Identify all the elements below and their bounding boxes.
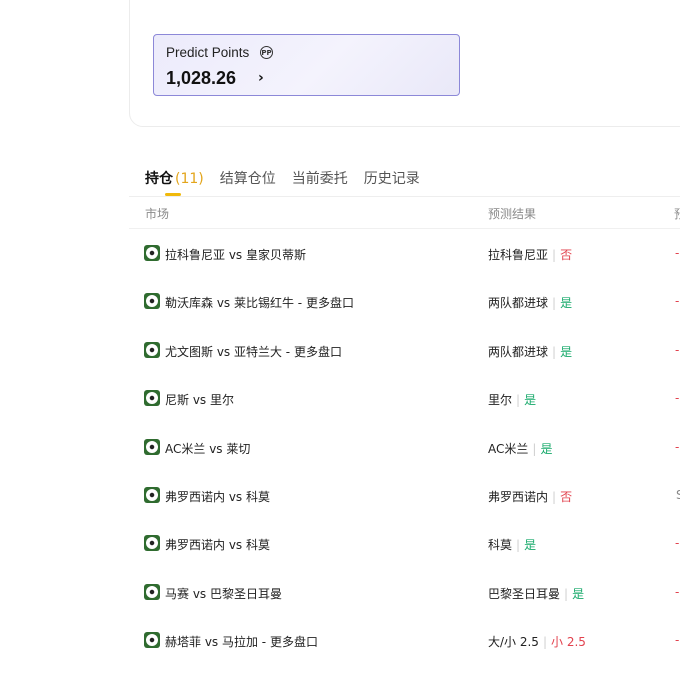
table-row[interactable]: 尤文图斯 vs 亚特兰大 - 更多盘口 两队都进球 | 是 - [0,341,680,390]
chevron-right-icon[interactable]: › [258,70,264,86]
table-row[interactable]: 弗罗西诺内 vs 科莫 科莫 | 是 - [0,535,680,583]
prediction-result: 弗罗西诺内 | 否 [488,488,572,505]
market-name[interactable]: AC米兰 vs 莱切 [165,440,250,457]
table-row[interactable]: 尼斯 vs 里尔 里尔 | 是 - [0,390,680,438]
soccer-ball-icon [144,583,160,600]
prediction-result: 里尔 | 是 [488,391,536,408]
prediction-pick: 里尔 [488,393,513,408]
table-row[interactable]: 弗罗西诺内 vs 科莫 弗罗西诺内 | 否 S [0,487,680,535]
soccer-ball-icon [144,341,160,358]
prediction-pick: 两队都进球 [488,344,549,359]
prediction-outcome: 小 2.5 [551,635,586,650]
prediction-result: 拉科鲁尼亚 | 否 [488,246,572,263]
prediction-pick: 大/小 2.5 [488,635,539,650]
prediction-outcome: 是 [540,441,553,456]
prediction-pick: 巴黎圣日耳曼 [488,586,561,601]
truncated-cell: S [676,488,680,502]
prediction-result: AC米兰 | 是 [488,440,552,457]
market-name[interactable]: 弗罗西诺内 vs 科莫 [165,488,270,505]
prediction-outcome: 是 [524,393,537,408]
prediction-outcome: 否 [560,490,573,504]
soccer-ball-icon [144,535,160,552]
market-name[interactable]: 尼斯 vs 里尔 [165,391,234,408]
table-row[interactable]: AC米兰 vs 莱切 AC米兰 | 是 - [0,438,680,487]
separator: | [516,538,521,553]
tab-positions-label: 持仓 [145,171,173,187]
prediction-pick: 两队都进球 [488,296,549,311]
truncated-cell: - [675,439,680,454]
separator: | [552,296,557,311]
separator: | [532,441,537,456]
separator: | [564,586,569,601]
truncated-cell: - [675,584,680,599]
tab-settled[interactable]: 结算仓位 [220,168,276,196]
table-row[interactable]: 赫塔菲 vs 马拉加 - 更多盘口 大/小 2.5 | 小 2.5 - [0,632,680,674]
separator: | [552,490,557,504]
soccer-ball-icon [144,632,160,649]
prediction-outcome: 是 [560,296,573,311]
header-divider [129,228,680,229]
prediction-pick: AC米兰 [488,441,529,456]
soccer-ball-icon [144,438,160,455]
table-row[interactable]: 拉科鲁尼亚 vs 皇家贝蒂斯 拉科鲁尼亚 | 否 - [0,245,680,293]
prediction-outcome: 是 [524,538,537,553]
tab-positions-count: (11) [175,171,204,187]
market-name[interactable]: 尤文图斯 vs 亚特兰大 - 更多盘口 [165,343,342,360]
pp-coin-icon: PP [260,46,273,59]
points-label: Predict Points [166,45,250,60]
prediction-outcome: 是 [572,586,585,601]
market-name[interactable]: 赫塔菲 vs 马拉加 - 更多盘口 [165,633,318,650]
prediction-result: 大/小 2.5 | 小 2.5 [488,633,586,650]
soccer-ball-icon [144,487,160,503]
soccer-ball-icon [144,245,160,261]
header-market: 市场 [145,207,170,221]
prediction-result: 两队都进球 | 是 [488,343,572,360]
tab-positions[interactable]: 持仓 (11) [145,168,204,196]
separator: | [516,393,521,408]
prediction-result: 两队都进球 | 是 [488,294,572,311]
soccer-ball-icon [144,293,160,310]
separator: | [552,344,557,359]
prediction-pick: 弗罗西诺内 [488,490,549,504]
truncated-cell: - [675,294,680,309]
truncated-cell: - [675,633,680,648]
prediction-pick: 拉科鲁尼亚 [488,248,549,262]
market-name[interactable]: 勒沃库森 vs 莱比锡红牛 - 更多盘口 [165,294,354,311]
truncated-cell: - [675,246,680,260]
prediction-pick: 科莫 [488,538,513,553]
truncated-cell: - [675,391,680,406]
separator: | [552,248,557,262]
predict-points-card[interactable]: Predict Points PP 1,028.26 › [153,34,460,96]
soccer-ball-icon [144,390,160,407]
header-extra: 预 [674,205,680,222]
table-row[interactable]: 马赛 vs 巴黎圣日耳曼 巴黎圣日耳曼 | 是 - [0,583,680,632]
truncated-cell: - [675,536,680,551]
table-row[interactable]: 勒沃库森 vs 莱比锡红牛 - 更多盘口 两队都进球 | 是 - [0,293,680,341]
tab-bar: 持仓 (11) 结算仓位 当前委托 历史记录 [145,168,420,196]
points-value: 1,028.26 [166,68,237,88]
prediction-result: 巴黎圣日耳曼 | 是 [488,585,584,602]
header-result: 预测结果 [488,207,537,221]
tab-divider [129,196,680,197]
market-name[interactable]: 拉科鲁尼亚 vs 皇家贝蒂斯 [165,246,306,263]
market-name[interactable]: 弗罗西诺内 vs 科莫 [165,536,270,553]
tab-open-orders[interactable]: 当前委托 [292,168,348,196]
tab-history[interactable]: 历史记录 [364,168,420,196]
page: · · · · · · · · · · · · · · · · · · · Pr… [0,0,680,674]
market-name[interactable]: 马赛 vs 巴黎圣日耳曼 [165,585,282,602]
truncated-cell: - [675,342,680,357]
prediction-outcome: 是 [560,344,573,359]
separator: | [542,635,547,650]
prediction-result: 科莫 | 是 [488,536,536,553]
prediction-outcome: 否 [560,248,573,262]
